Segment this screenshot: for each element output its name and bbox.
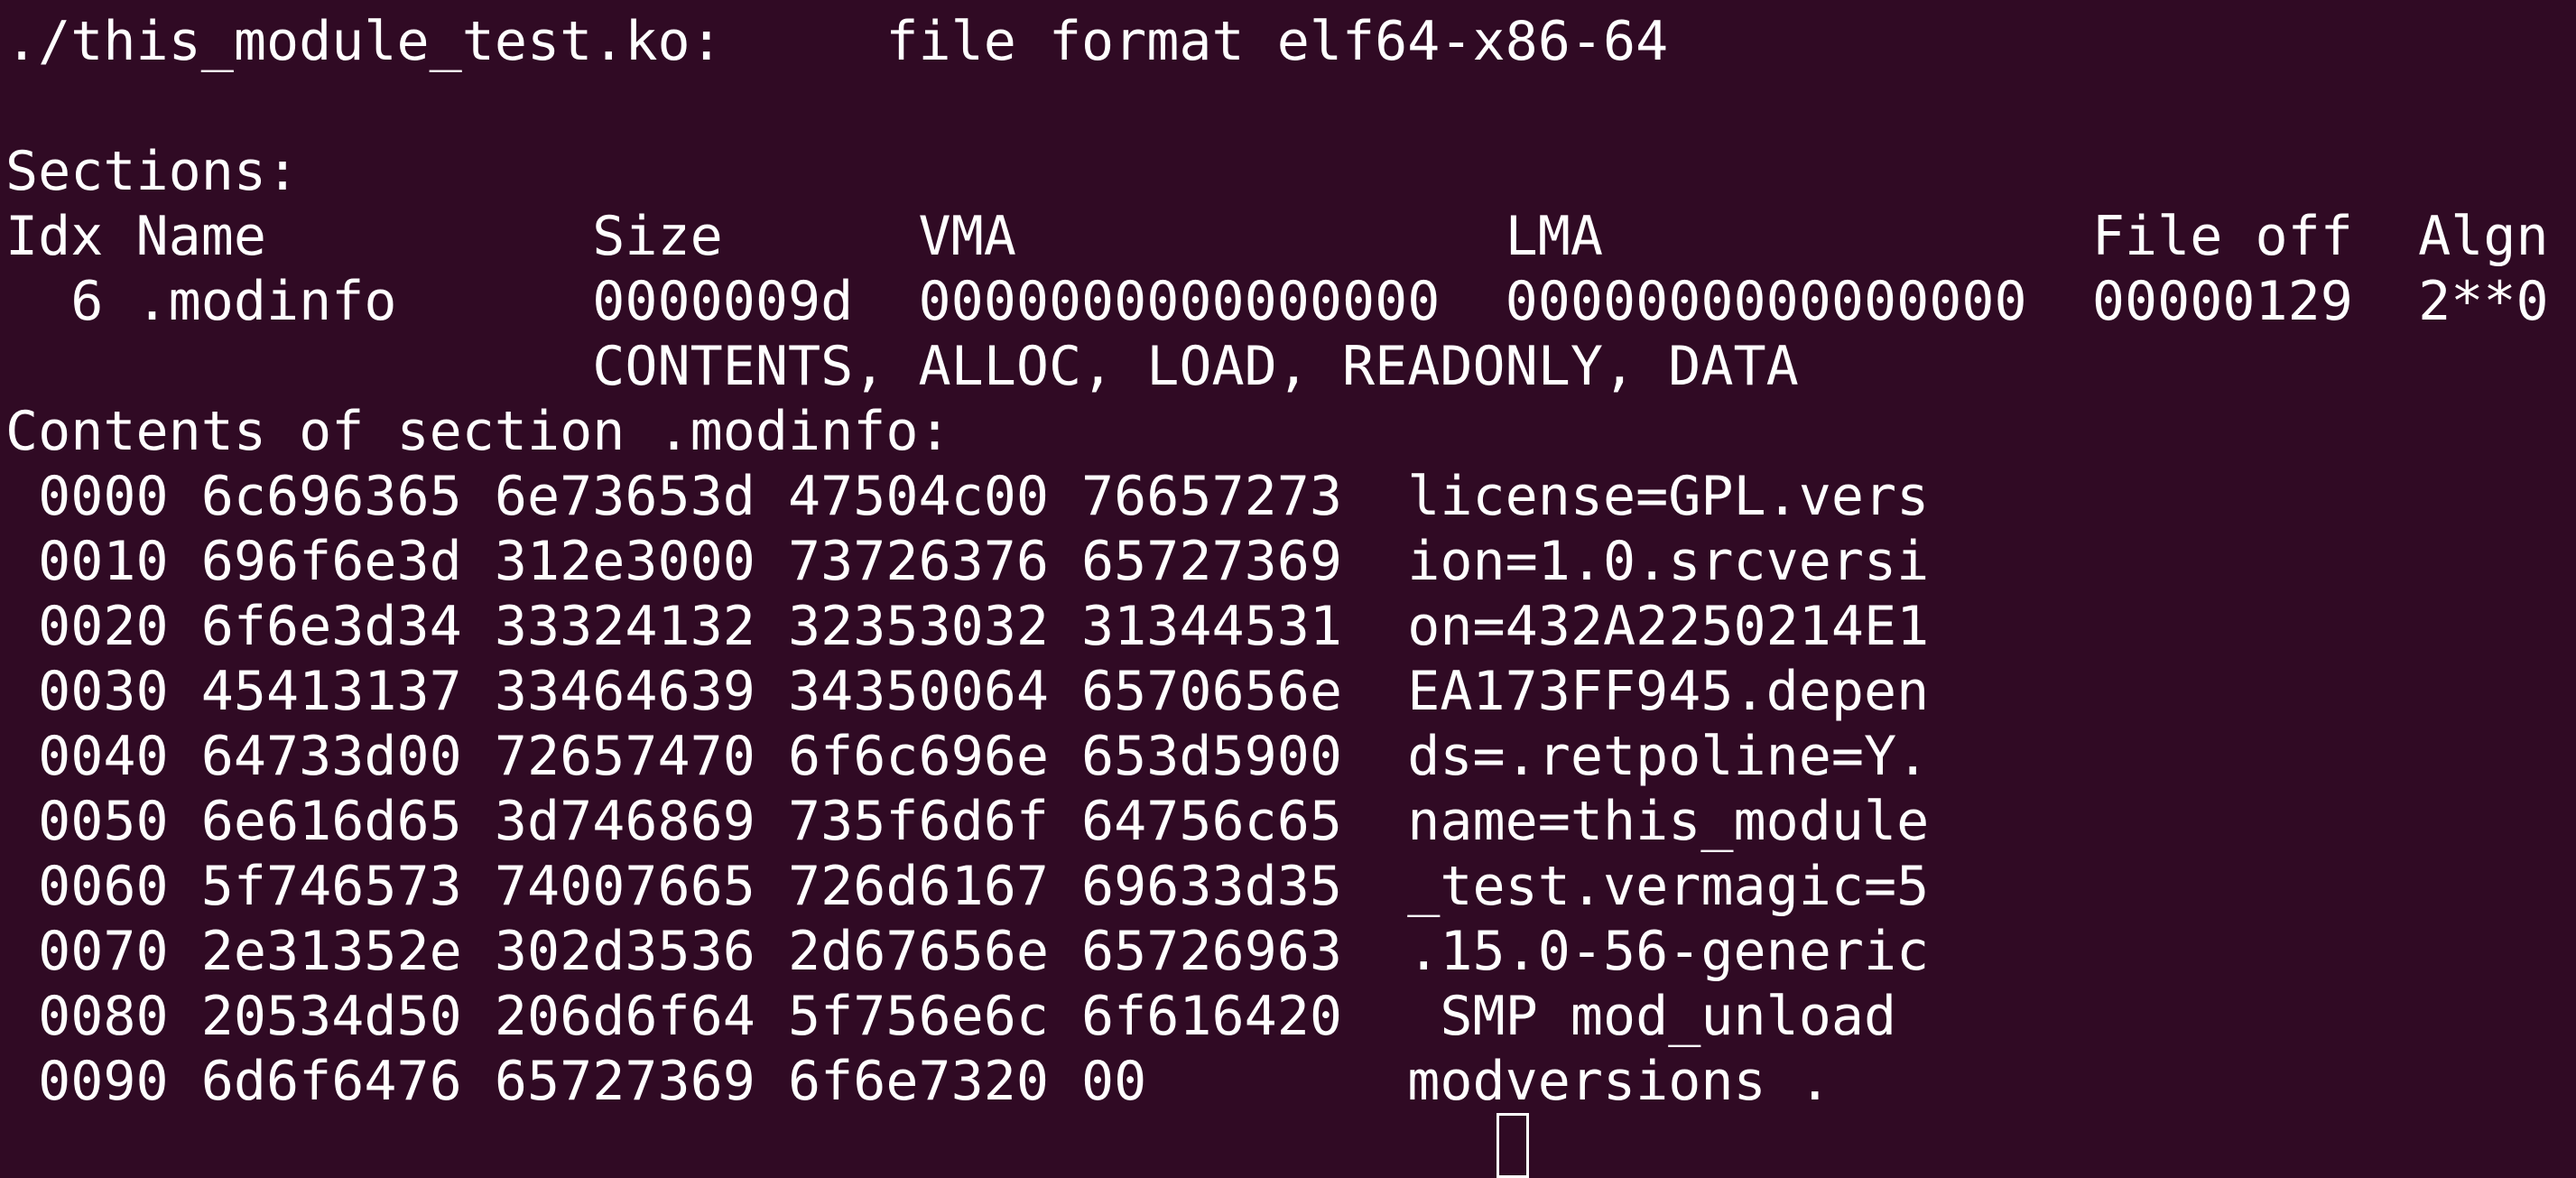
contents-label: Contents of section .modinfo: <box>5 400 951 463</box>
hex-dump-line: 0020 6f6e3d34 33324132 32353032 31344531… <box>5 595 1930 658</box>
file-format-line: ./this_module_test.ko: file format elf64… <box>5 10 1669 73</box>
section-flags-line: CONTENTS, ALLOC, LOAD, READONLY, DATA <box>5 335 1799 398</box>
section-table-header: Idx Name Size VMA LMA File off Algn <box>5 205 2549 268</box>
hex-dump-line: 0030 45413137 33464639 34350064 6570656e… <box>5 660 1930 723</box>
section-table-row: 6 .modinfo 0000009d 0000000000000000 000… <box>5 270 2549 333</box>
hex-dump-line: 0010 696f6e3d 312e3000 73726376 65727369… <box>5 530 1930 593</box>
hex-dump-line: 0070 2e31352e 302d3536 2d67656e 65726963… <box>5 920 1930 983</box>
terminal-cursor <box>1496 1113 1529 1178</box>
terminal-window[interactable]: ./this_module_test.ko: file format elf64… <box>0 0 2576 1178</box>
hex-dump-line: 0050 6e616d65 3d746869 735f6d6f 64756c65… <box>5 790 1930 853</box>
hex-dump-line: 0080 20534d50 206d6f64 5f756e6c 6f616420… <box>5 985 1930 1048</box>
hex-dump-line: 0000 6c696365 6e73653d 47504c00 76657273… <box>5 465 1930 528</box>
hex-dump-line: 0040 64733d00 72657470 6f6c696e 653d5900… <box>5 725 1930 788</box>
hex-dump-line: 0090 6d6f6476 65727369 6f6e7320 00 modve… <box>5 1050 1831 1113</box>
hex-dump-line: 0060 5f746573 74007665 726d6167 69633d35… <box>5 855 1930 918</box>
sections-label: Sections: <box>5 140 300 203</box>
